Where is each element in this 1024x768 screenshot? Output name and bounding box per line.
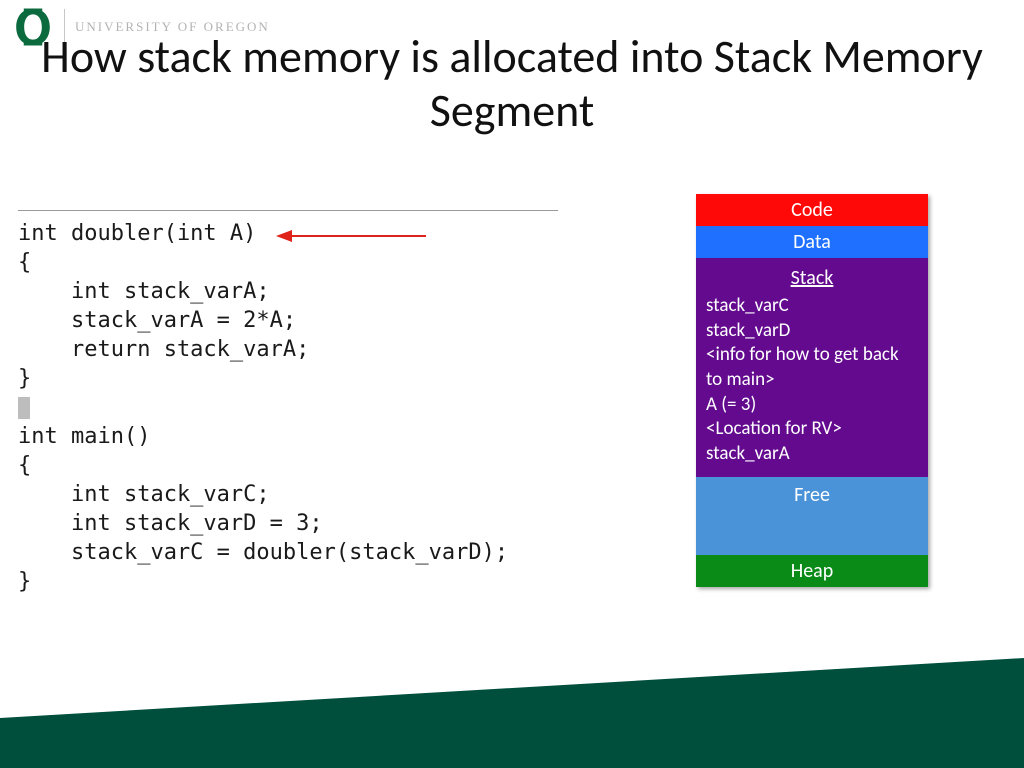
code-line: int main() xyxy=(18,424,150,449)
code-line: int doubler(int A) xyxy=(18,221,256,246)
stack-item: <info for how to get back to main> xyxy=(706,343,918,392)
code-line: int stack_varA; xyxy=(18,279,270,304)
stack-item: stack_varD xyxy=(706,319,918,344)
stack-item: stack_varC xyxy=(706,294,918,319)
footer-swoosh xyxy=(0,658,1024,768)
arrow-left-icon xyxy=(276,226,426,246)
code-line: stack_varC = doubler(stack_varD); xyxy=(18,540,508,565)
stack-contents: stack_varC stack_varD <info for how to g… xyxy=(696,294,928,467)
code-line: return stack_varA; xyxy=(18,337,309,362)
code-line: } xyxy=(18,569,31,594)
code-line: stack_varA = 2*A; xyxy=(18,308,296,333)
stack-header-label: Stack xyxy=(696,266,928,290)
code-sample: int doubler(int A) { int stack_varA; sta… xyxy=(18,210,558,596)
stack-item: A (= 3) xyxy=(706,393,918,418)
stack-item: <Location for RV> xyxy=(706,417,918,442)
memory-layout-diagram: Code Data Stack stack_varC stack_varD <i… xyxy=(696,194,928,587)
code-line: int stack_varD = 3; xyxy=(18,511,323,536)
slide-title: How stack memory is allocated into Stack… xyxy=(0,30,1024,139)
code-line: } xyxy=(18,366,31,391)
code-line: int stack_varC; xyxy=(18,482,270,507)
segment-data: Data xyxy=(696,226,928,258)
segment-free: Free xyxy=(696,477,928,555)
code-line: { xyxy=(18,453,31,478)
segment-heap: Heap xyxy=(696,555,928,587)
cursor-selection-icon xyxy=(18,397,30,419)
segment-stack: Stack stack_varC stack_varD <info for ho… xyxy=(696,258,928,477)
segment-code: Code xyxy=(696,194,928,226)
code-line: { xyxy=(18,250,31,275)
stack-item: stack_varA xyxy=(706,442,918,467)
